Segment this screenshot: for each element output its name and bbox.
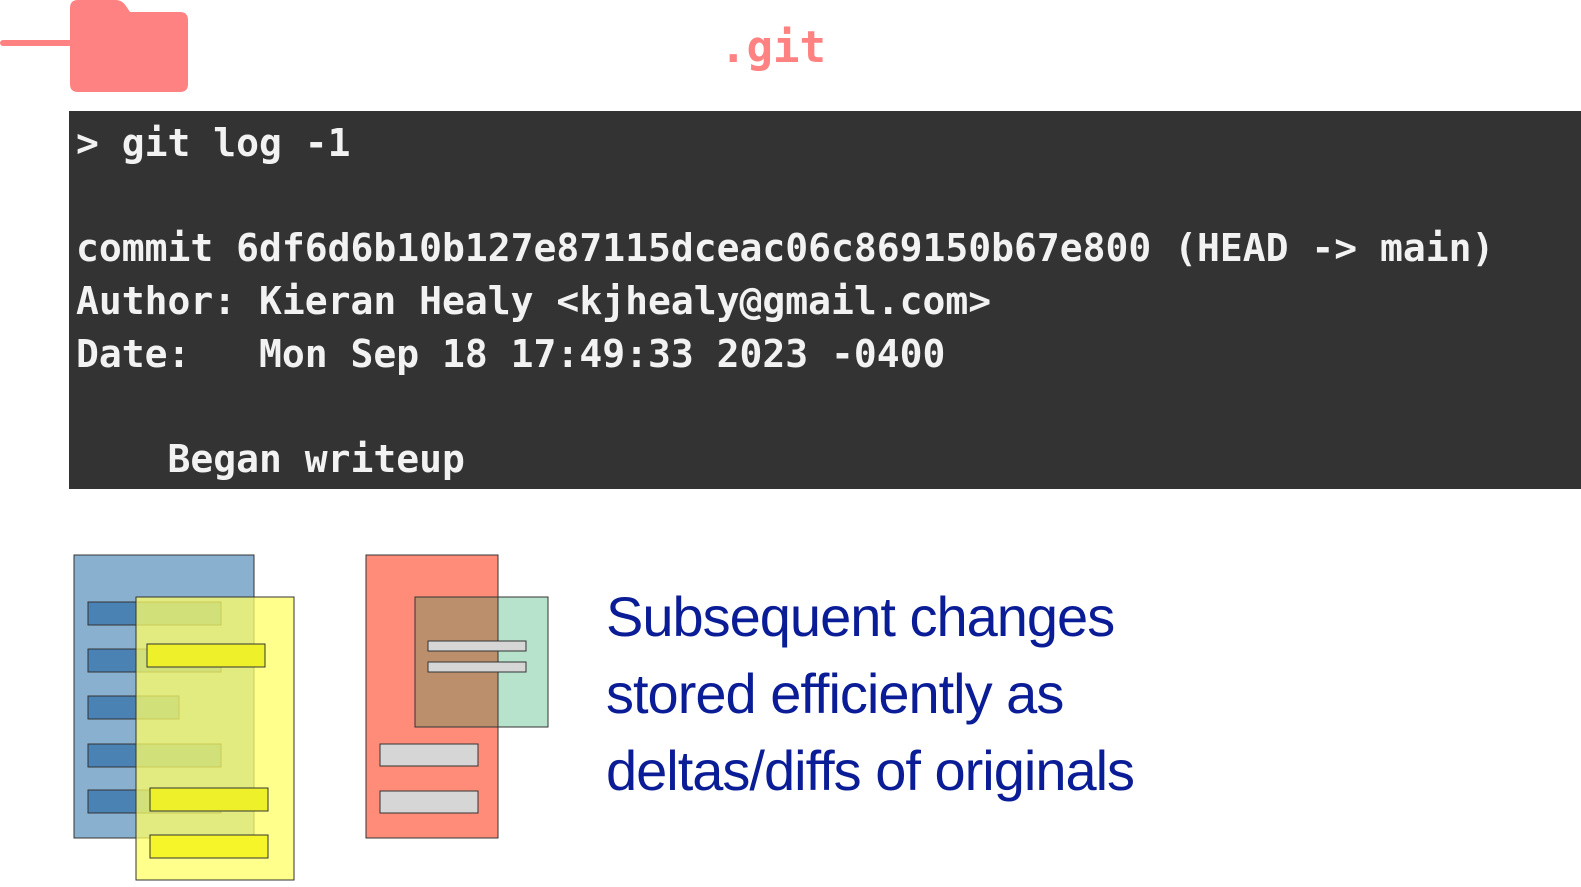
delta-diagram: [73, 554, 549, 881]
terminal-author-line: Author: Kieran Healy <kjhealy@gmail.com>: [76, 279, 992, 323]
caption-line-2: stored efficiently as: [606, 662, 1064, 725]
delta-line: [427, 661, 527, 673]
folder-label: .git: [720, 22, 826, 73]
delta-line: [379, 743, 479, 767]
delta-line: [427, 640, 527, 652]
changed-line: [146, 643, 266, 668]
changed-line: [149, 834, 269, 859]
caption-line-1: Subsequent changes: [606, 585, 1115, 648]
delta-line: [379, 790, 479, 814]
terminal-prompt: > git log -1: [76, 121, 351, 165]
terminal-message-line: Began writeup: [76, 437, 465, 481]
terminal-date-line: Date: Mon Sep 18 17:49:33 2023 -0400: [76, 332, 946, 376]
changed-line: [149, 787, 269, 812]
folder-connector-line: [0, 40, 75, 46]
terminal-output: > git log -1 commit 6df6d6b10b127e87115d…: [69, 111, 1581, 489]
changed-file: [135, 596, 295, 881]
caption-line-3: deltas/diffs of originals: [606, 739, 1135, 802]
terminal-commit-line: commit 6df6d6b10b127e87115dceac06c869150…: [76, 226, 1495, 270]
delta-caption: Subsequent changes stored efficiently as…: [606, 578, 1135, 809]
folder-icon[interactable]: [68, 0, 190, 93]
delta-file: [365, 554, 549, 839]
